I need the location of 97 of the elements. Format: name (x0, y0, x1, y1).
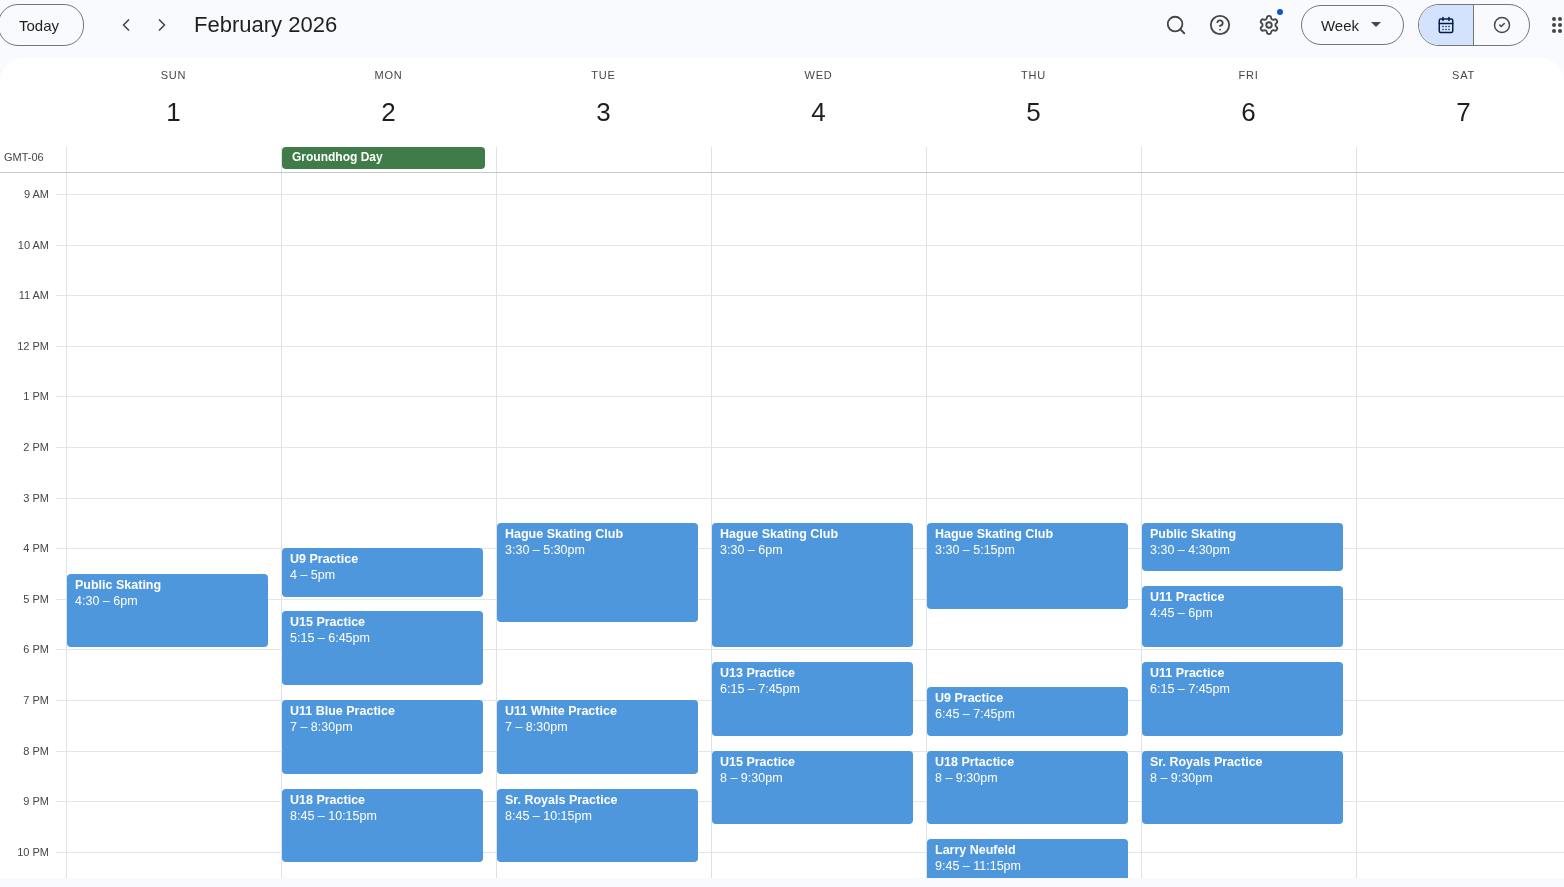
help-icon (1208, 14, 1231, 36)
hour-label: 8 PM (23, 744, 49, 757)
gear-icon (1257, 14, 1280, 36)
hour-label: 12 PM (17, 339, 49, 352)
calendar-event[interactable]: U15 Practice 5:15 – 6:45pm (282, 611, 483, 686)
event-time: 3:30 – 4:30pm (1150, 541, 1230, 558)
calendar-event[interactable]: U11 Practice 6:15 – 7:45pm (1142, 662, 1343, 736)
weekday-label: THU (1021, 69, 1046, 81)
hour-label: 5 PM (23, 592, 49, 605)
day-number[interactable]: 7 (1456, 97, 1471, 128)
calendar-event[interactable]: U11 Practice 4:45 – 6pm (1142, 586, 1343, 648)
day-number[interactable]: 2 (381, 97, 396, 128)
hour-label: 3 PM (23, 491, 49, 504)
event-title: U11 Blue Practice (290, 703, 395, 719)
event-title: U9 Practice (290, 551, 359, 568)
caret-icon (1371, 22, 1381, 28)
weekday-label: TUE (591, 69, 616, 81)
timezone-label: GMT-06 (3, 150, 45, 165)
day-number[interactable]: 3 (596, 97, 611, 128)
event-time: 8 – 9:30pm (720, 769, 783, 786)
event-title: Hague Skating Club (935, 525, 1054, 542)
event-title: Larry Neufeld (935, 842, 1016, 859)
calendar-event[interactable]: Sr. Royals Practice 8 – 9:30pm (1142, 750, 1343, 825)
event-time: 5:15 – 6:45pm (290, 630, 370, 647)
calendar-icon (1437, 16, 1455, 34)
calendar-event[interactable]: U11 Blue Practice 7 – 8:30pm (282, 700, 483, 774)
calendar-event[interactable]: Hague Skating Club 3:30 – 6pm (712, 522, 913, 648)
hour-label: 7 PM (23, 694, 49, 706)
day-number[interactable]: 6 (1241, 97, 1256, 128)
event-time: 8:45 – 10:15pm (505, 807, 592, 824)
event-time: 8 – 9:30pm (935, 769, 998, 786)
calendar-event[interactable]: U13 Practice 6:15 – 7:45pm (712, 662, 913, 736)
event-title: U11 White Practice (505, 703, 617, 719)
event-time: 7 – 8:30pm (290, 719, 353, 735)
event-time: 4 – 5pm (290, 567, 336, 584)
hour-label: 9 AM (23, 188, 49, 200)
all-day-event[interactable]: Groundhog Day (282, 147, 485, 169)
calendar-event[interactable]: Larry Neufeld 9:45 – 11:15pm (927, 839, 1128, 878)
apps-grid-icon[interactable] (1552, 16, 1564, 34)
calendar-event[interactable]: Hague Skating Club 3:30 – 5:15pm (927, 522, 1128, 610)
date-range-title: February 2026 (194, 12, 338, 38)
notification-dot-icon (1276, 9, 1283, 15)
weekday-label: SAT (1452, 69, 1475, 81)
hour-label: 10 PM (17, 845, 49, 858)
event-title: Hague Skating Club (720, 525, 839, 542)
event-time: 3:30 – 5:30pm (505, 541, 585, 558)
calendar-event[interactable]: Hague Skating Club 3:30 – 5:30pm (497, 522, 698, 623)
day-number[interactable]: 5 (1026, 97, 1041, 128)
event-time: 8:45 – 10:15pm (290, 807, 377, 824)
event-time: 4:45 – 6pm (1150, 605, 1213, 622)
event-time: 7 – 8:30pm (505, 719, 568, 735)
hour-label: 10 AM (17, 238, 49, 251)
day-number[interactable]: 1 (166, 97, 181, 128)
event-time: 3:30 – 6pm (720, 541, 783, 558)
event-time: 4:30 – 6pm (75, 592, 138, 609)
event-time: 3:30 – 5:15pm (935, 541, 1015, 558)
calendar-event[interactable]: U18 Practice 8:45 – 10:15pm (282, 788, 483, 863)
event-title: U15 Practice (290, 614, 366, 631)
calendar-event[interactable]: Public Skating 3:30 – 4:30pm (1142, 522, 1343, 572)
event-time: 6:45 – 7:45pm (935, 706, 1015, 723)
calendar-event[interactable]: U18 Prtactice 8 – 9:30pm (927, 750, 1128, 825)
hour-label: 1 PM (23, 390, 49, 403)
calendar-event[interactable]: U15 Practice 8 – 9:30pm (712, 750, 913, 825)
event-time: 9:45 – 11:15pm (935, 858, 1021, 875)
event-title: Sr. Royals Practice (505, 791, 618, 808)
calendar-event[interactable]: U9 Practice 4 – 5pm (282, 548, 483, 597)
event-title: U9 Practice (935, 690, 1004, 707)
weekday-label: MON (374, 69, 403, 81)
event-title: U18 Practice (290, 791, 366, 808)
hour-label: 9 PM (23, 795, 49, 808)
event-title: U13 Practice (720, 665, 796, 682)
event-title: U15 Practice (720, 753, 796, 770)
weekday-label: FRI (1238, 69, 1259, 81)
calendar-event[interactable]: U11 White Practice 7 – 8:30pm (497, 700, 698, 774)
check-circle-icon (1492, 16, 1511, 34)
event-time: 6:15 – 7:45pm (1150, 681, 1230, 698)
event-title: U18 Prtactice (935, 753, 1015, 770)
search-icon (1164, 14, 1187, 36)
event-title: Public Skating (75, 576, 162, 593)
calendar-event[interactable]: U9 Practice 6:45 – 7:45pm (927, 687, 1128, 736)
calendar-event[interactable]: Sr. Royals Practice 8:45 – 10:15pm (497, 788, 698, 863)
event-title: Public Skating (1150, 525, 1237, 542)
event-title: U11 Practice (1150, 589, 1225, 606)
calendar-view-button[interactable] (1419, 5, 1474, 45)
day-number[interactable]: 4 (811, 97, 826, 128)
hour-label: 6 PM (23, 643, 49, 656)
hour-label: 2 PM (23, 441, 49, 453)
event-time: 8 – 9:30pm (1150, 769, 1213, 786)
event-title: U11 Practice (1150, 665, 1225, 682)
hour-label: 4 PM (23, 542, 49, 555)
calendar-event[interactable]: Public Skating 4:30 – 6pm (67, 573, 268, 648)
weekday-label: WED (804, 69, 833, 81)
event-title: Hague Skating Club (505, 525, 624, 542)
event-time: 6:15 – 7:45pm (720, 681, 800, 698)
weekday-label: SUN (160, 69, 187, 81)
hour-label: 11 AM (18, 289, 49, 302)
event-title: Sr. Royals Practice (1150, 753, 1263, 770)
